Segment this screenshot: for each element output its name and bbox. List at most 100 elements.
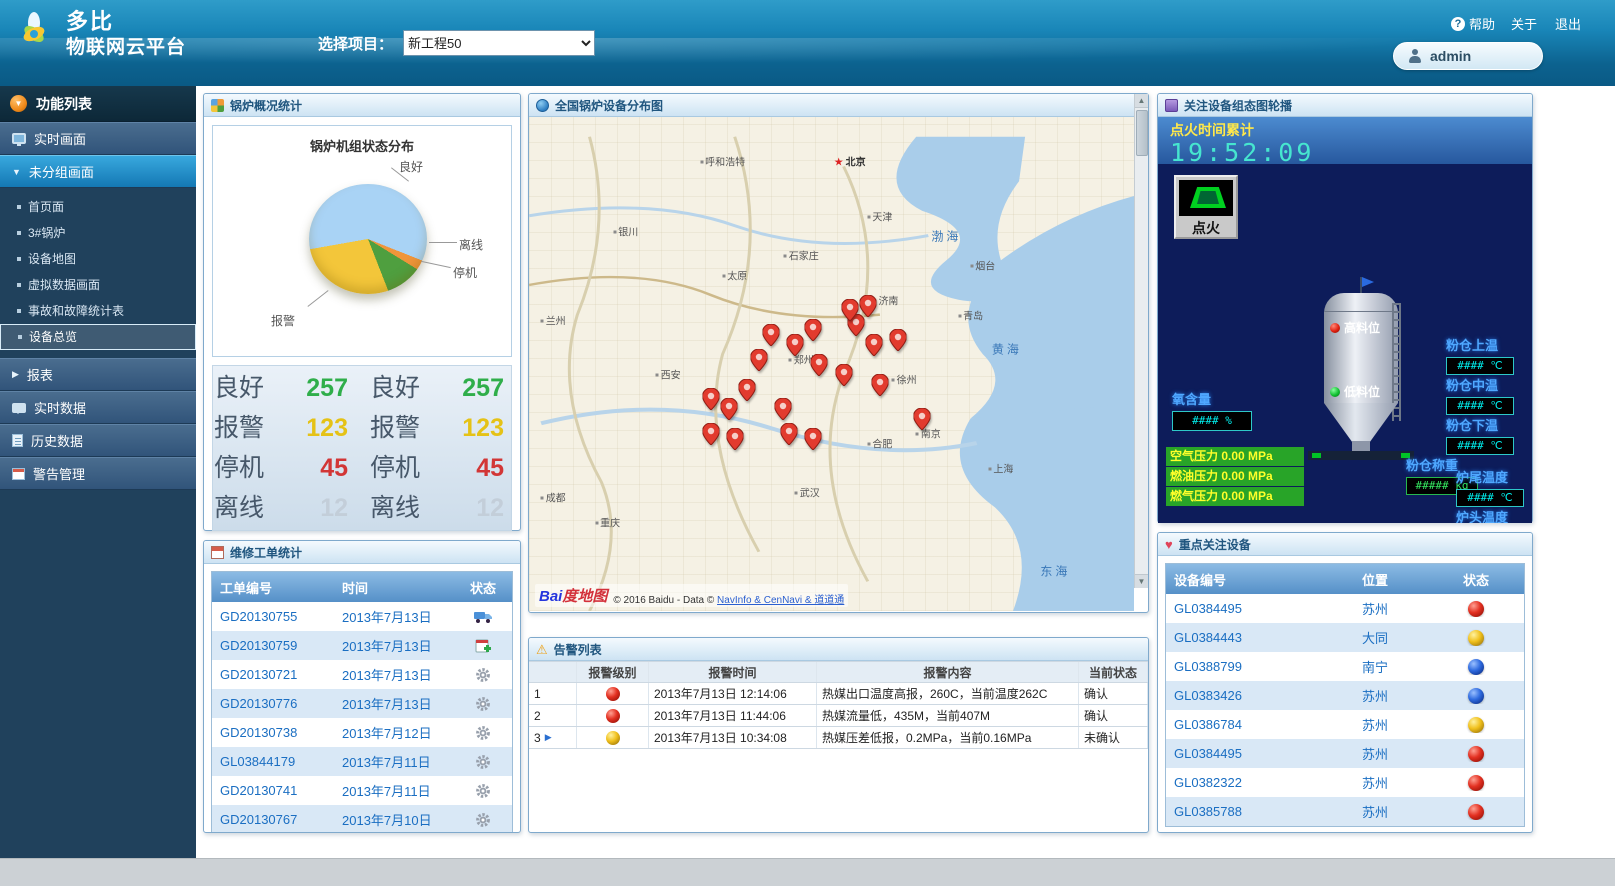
- silo-base: [1308, 451, 1414, 460]
- project-select[interactable]: 新工程50: [403, 30, 595, 56]
- map-city-label: 武汉: [795, 485, 820, 500]
- map-pin[interactable]: [871, 374, 888, 399]
- panel-title: 告警列表: [554, 641, 602, 658]
- value-display: #### ℃: [1456, 489, 1524, 507]
- sidebar-item-reports[interactable]: ▶ 报表: [0, 358, 196, 391]
- table-row[interactable]: 1 2013年7月13日 12:14:06 热媒出口温度高报，260C，当前温度…: [529, 683, 1148, 705]
- map-city-label: 银川: [613, 223, 638, 238]
- about-link[interactable]: 关于: [1511, 14, 1537, 33]
- workorder-status-icon: [452, 637, 514, 654]
- boiler-status-chart: 锅炉机组状态分布 良好 离线 停机 报警: [212, 125, 512, 357]
- map-canvas[interactable]: Bai度地图 © 2016 Baidu - Data © NavInfo & C…: [529, 117, 1134, 611]
- table-row[interactable]: GL0385788 苏州: [1166, 797, 1524, 826]
- map-pin[interactable]: [702, 388, 719, 413]
- sidebar-item-realtime-screen[interactable]: 实时画面: [0, 122, 196, 155]
- panel-title: 重点关注设备: [1179, 536, 1251, 553]
- table-row[interactable]: 3▶ 2013年7月13日 10:34:08 热媒压差低报，0.2MPa，当前0…: [529, 727, 1148, 749]
- silo-spout: [1352, 441, 1370, 451]
- logout-link[interactable]: 退出: [1555, 14, 1581, 33]
- map-pin[interactable]: [720, 398, 737, 423]
- map-city-label: 济南: [873, 292, 898, 307]
- pie-label-good: 良好: [399, 158, 423, 175]
- map-pin[interactable]: [841, 299, 858, 324]
- table-row[interactable]: GL0388799 南宁: [1166, 652, 1524, 681]
- map-pin[interactable]: [787, 334, 804, 359]
- map-pin[interactable]: [781, 423, 798, 448]
- table-row[interactable]: GD20130721 2013年7月13日: [212, 660, 512, 689]
- scroll-down-button[interactable]: ▼: [1135, 574, 1148, 588]
- map-pin[interactable]: [702, 423, 719, 448]
- map-pin[interactable]: [738, 379, 755, 404]
- stat-label: 报警: [362, 409, 434, 447]
- table-row[interactable]: GL0384495 苏州: [1166, 594, 1524, 623]
- table-row[interactable]: GD20130759 2013年7月13日: [212, 631, 512, 660]
- table-row[interactable]: 2 2013年7月13日 11:44:06 热媒流量低，435M，当前407M …: [529, 705, 1148, 727]
- table-header-row: 报警级别 报警时间 报警内容 当前状态: [529, 661, 1148, 683]
- gas-pressure: 燃气压力 0.00 MPa: [1166, 487, 1304, 506]
- table-row[interactable]: GD20130767 2013年7月10日: [212, 805, 512, 833]
- sidebar-subitem-boiler3[interactable]: 3#锅炉: [0, 220, 196, 246]
- map-pin[interactable]: [890, 329, 907, 354]
- map-pin[interactable]: [805, 428, 822, 453]
- map-pin[interactable]: [835, 364, 852, 389]
- user-icon: [1408, 49, 1422, 63]
- map-scrollbar[interactable]: ▲ ▼: [1134, 94, 1148, 588]
- chevron-down-icon: ▼: [12, 167, 21, 177]
- map-pin[interactable]: [914, 408, 931, 433]
- table-row[interactable]: GL0384495 苏州: [1166, 739, 1524, 768]
- sidebar-item-history-data[interactable]: 历史数据: [0, 424, 196, 457]
- table-row[interactable]: GD20130776 2013年7月13日: [212, 689, 512, 718]
- map-pin[interactable]: [763, 324, 780, 349]
- table-row[interactable]: GD20130741 2013年7月11日: [212, 776, 512, 805]
- map-city-label: 上海: [988, 460, 1013, 475]
- sidebar-header[interactable]: ▼ 功能列表: [0, 86, 196, 122]
- scroll-thumb[interactable]: [1136, 110, 1148, 156]
- sidebar: ▼ 功能列表 实时画面 ▼ 未分组画面 首页面 3#锅炉 设备地图 虚拟数据画面…: [0, 86, 196, 858]
- table-header-row: 设备编号 位置 状态: [1166, 564, 1524, 594]
- sidebar-subitem-device-overview[interactable]: 设备总览: [0, 324, 196, 350]
- map-city-label: 石家庄: [784, 248, 819, 263]
- sidebar-subitem-home[interactable]: 首页面: [0, 194, 196, 220]
- table-row[interactable]: GL03844179 2013年7月11日: [212, 747, 512, 776]
- map-copyright-links[interactable]: NavInfo & CenNavi & 道道通: [717, 595, 844, 606]
- ignition-button[interactable]: 点火: [1174, 175, 1238, 239]
- map-pin[interactable]: [805, 319, 822, 344]
- sidebar-subitem-fault-stats[interactable]: 事故和故障统计表: [0, 298, 196, 324]
- device-status-icon: [1468, 659, 1484, 675]
- pie-chart-icon: [211, 99, 224, 112]
- map-pin[interactable]: [726, 428, 743, 453]
- help-link[interactable]: ? 帮助: [1451, 14, 1495, 33]
- table-row[interactable]: GL0384443 大同: [1166, 623, 1524, 652]
- page: 多比 物联网云平台 选择项目： 新工程50 ? 帮助 关于 退出 admin ▼…: [0, 0, 1615, 886]
- ignition-indicator: [1179, 180, 1233, 216]
- alarm-level-icon: [606, 731, 620, 745]
- sidebar-submenu: 首页面 3#锅炉 设备地图 虚拟数据画面 事故和故障统计表 设备总览: [0, 188, 196, 358]
- sidebar-item-realtime-data[interactable]: 实时数据: [0, 391, 196, 424]
- map-pin[interactable]: [865, 334, 882, 359]
- sidebar-item-alert-mgmt[interactable]: 警告管理: [0, 457, 196, 490]
- map-pin[interactable]: [775, 398, 792, 423]
- sidebar-subitem-device-map[interactable]: 设备地图: [0, 246, 196, 272]
- workorder-status-icon: [452, 782, 514, 799]
- chart-title: 锅炉机组状态分布: [213, 136, 511, 155]
- table-row[interactable]: GD20130738 2013年7月12日: [212, 718, 512, 747]
- table-row[interactable]: GD20130755 2013年7月13日: [212, 602, 512, 631]
- map-pin[interactable]: [811, 354, 828, 379]
- map-pin[interactable]: [750, 349, 767, 374]
- user-badge[interactable]: admin: [1393, 42, 1543, 70]
- table-row[interactable]: GL0382322 苏州: [1166, 768, 1524, 797]
- value-display: #### %: [1172, 411, 1252, 431]
- boiler-stats-grid: 良好 257 良好 257 报警 123 报警 123 停机 45 停机 45 …: [212, 365, 512, 531]
- workorder-status-icon: [452, 811, 514, 828]
- sidebar-subitem-virtual-data[interactable]: 虚拟数据画面: [0, 272, 196, 298]
- stat-label: 良好: [206, 369, 278, 407]
- realtime-data-icon: [12, 403, 26, 413]
- baidu-logo: Bai度地图: [539, 585, 607, 606]
- calendar-icon: [12, 468, 25, 480]
- table-row[interactable]: GL0383426 苏州: [1166, 681, 1524, 710]
- map-city-label: 重庆: [595, 515, 620, 530]
- sidebar-item-ungrouped[interactable]: ▼ 未分组画面: [0, 155, 196, 188]
- brand-name: 多比: [66, 8, 186, 36]
- table-row[interactable]: GL0386784 苏州: [1166, 710, 1524, 739]
- scroll-up-button[interactable]: ▲: [1135, 94, 1148, 108]
